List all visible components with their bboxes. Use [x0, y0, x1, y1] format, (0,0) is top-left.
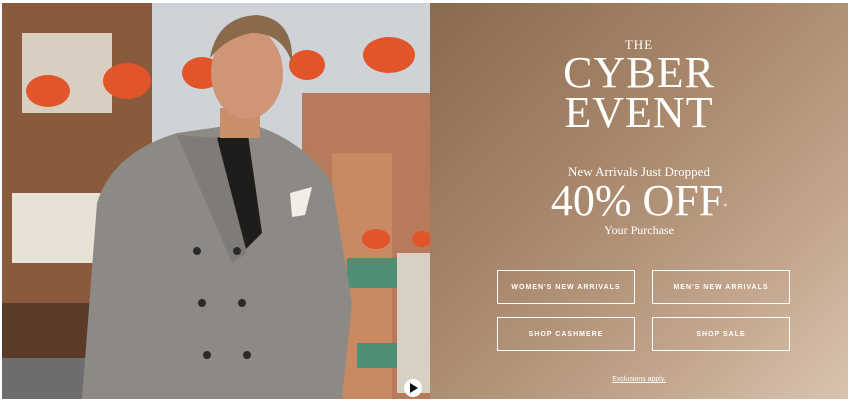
headline: CYBER EVENT [430, 48, 848, 137]
womens-new-arrivals-button[interactable]: WOMEN'S NEW ARRIVALS [497, 270, 635, 304]
promo-panel: THE CYBER EVENT New Arrivals Just Droppe… [430, 3, 848, 399]
exclusions-link[interactable]: Exclusions apply. [430, 376, 848, 383]
offer-text: 40% OFF* [430, 179, 848, 223]
mens-new-arrivals-button[interactable]: MEN'S NEW ARRIVALS [652, 270, 790, 304]
headline-line-2: EVENT [564, 88, 714, 137]
offer-value: 40% OFF [550, 176, 724, 225]
shop-sale-button[interactable]: SHOP SALE [652, 317, 790, 351]
headline-line-1: CYBER [563, 48, 715, 97]
shop-cashmere-button[interactable]: SHOP CASHMERE [497, 317, 635, 351]
offer-detail: Your Purchase [604, 223, 674, 237]
hero-illustration [2, 3, 430, 399]
play-button[interactable] [404, 379, 422, 397]
play-icon [410, 383, 418, 393]
hero-photo[interactable] [2, 3, 430, 399]
hero-banner: THE CYBER EVENT New Arrivals Just Droppe… [2, 3, 848, 399]
offer-asterisk: * [723, 202, 728, 211]
